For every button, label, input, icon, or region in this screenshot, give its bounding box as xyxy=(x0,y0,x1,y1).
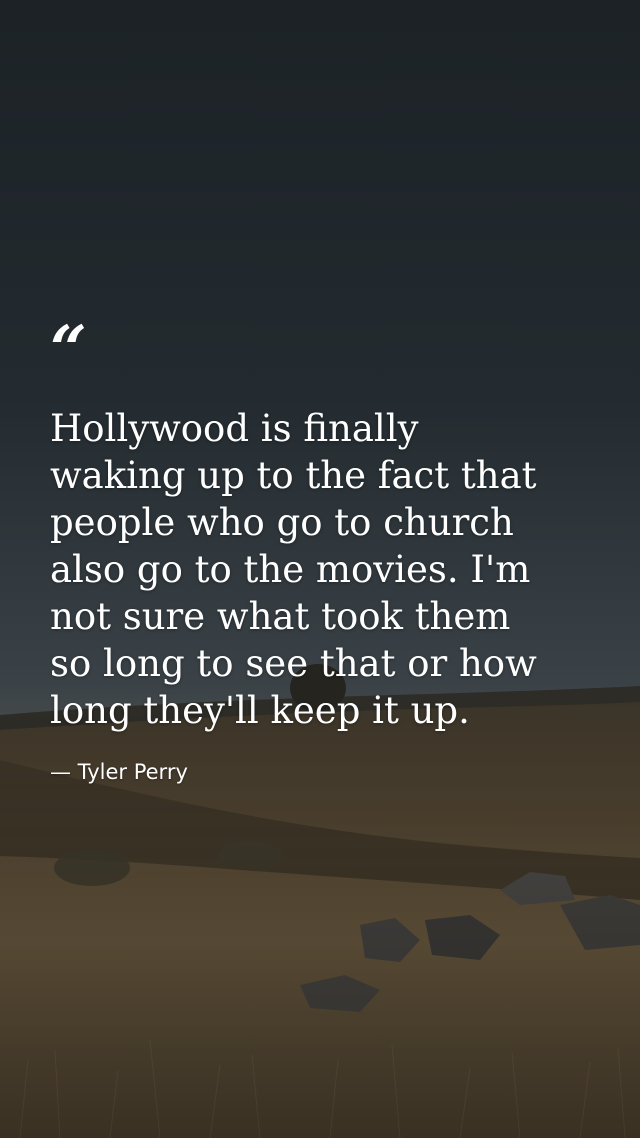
quotation-mark-icon: “ xyxy=(50,312,87,387)
quote-author: — Tyler Perry xyxy=(50,760,188,784)
quote-text: Hollywood is finally waking up to the fa… xyxy=(50,407,537,732)
